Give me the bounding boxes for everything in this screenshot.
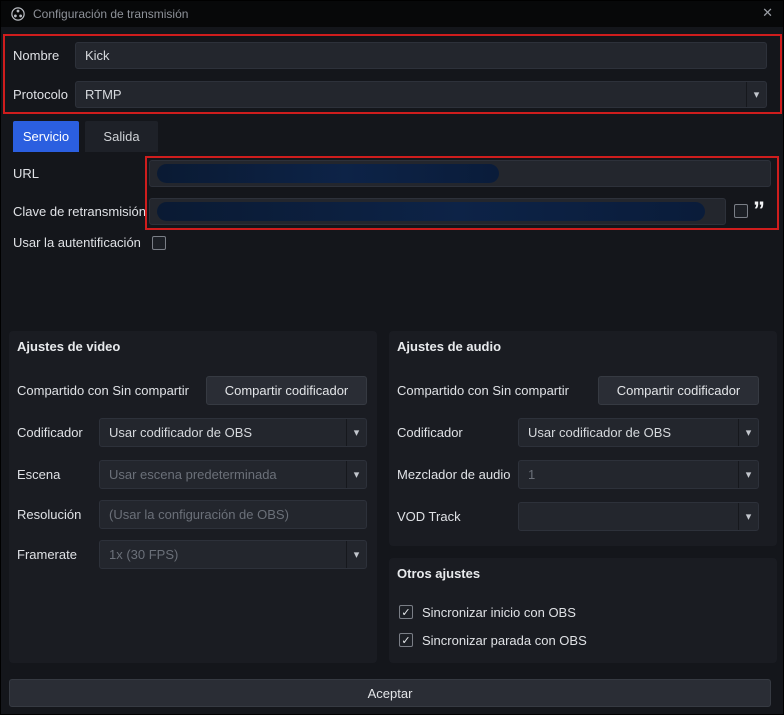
video-share-encoder-button[interactable]: Compartir codificador <box>206 376 367 405</box>
tab-servicio[interactable]: Servicio <box>13 121 79 152</box>
stream-key-input[interactable] <box>149 198 726 225</box>
chevron-down-icon: ▾ <box>738 461 758 488</box>
audio-share-encoder-button[interactable]: Compartir codificador <box>598 376 759 405</box>
window-title: Configuración de transmisión <box>33 7 189 21</box>
paste-key-icon[interactable]: ” <box>753 199 765 223</box>
check-icon: ✓ <box>154 237 163 250</box>
redacted-url-value <box>157 164 499 183</box>
scene-value: Usar escena predeterminada <box>109 467 277 482</box>
chevron-down-icon: ▾ <box>346 541 366 568</box>
vod-track-select[interactable]: ▾ <box>518 502 759 531</box>
audio-share-encoder-label: Compartir codificador <box>616 383 741 398</box>
scene-select[interactable]: Usar escena predeterminada ▾ <box>99 460 367 489</box>
sync-stop-checkbox[interactable]: ✓ <box>399 633 413 647</box>
url-label: URL <box>13 166 40 181</box>
auth-checkbox[interactable]: ✓ <box>152 236 166 250</box>
resolution-label: Resolución <box>17 507 82 522</box>
obs-logo-icon <box>11 7 25 21</box>
nombre-value: Kick <box>85 48 110 63</box>
resolution-input[interactable]: (Usar la configuración de OBS) <box>99 500 367 529</box>
nombre-label: Nombre <box>13 48 60 63</box>
sync-start-checkbox[interactable]: ✓ <box>399 605 413 619</box>
nombre-input[interactable]: Kick <box>75 42 767 69</box>
chevron-down-icon: ▾ <box>346 419 366 446</box>
redacted-key-value <box>157 202 705 221</box>
video-settings-group: Ajustes de video Compartido con Sin comp… <box>9 331 377 663</box>
tab-salida[interactable]: Salida <box>85 121 158 152</box>
audio-encoder-value: Usar codificador de OBS <box>528 425 672 440</box>
audio-mixer-select[interactable]: 1 ▾ <box>518 460 759 489</box>
video-encoder-select[interactable]: Usar codificador de OBS ▾ <box>99 418 367 447</box>
accept-button-label: Aceptar <box>367 685 413 701</box>
show-key-checkbox[interactable]: ✓ <box>734 204 748 218</box>
protocolo-label: Protocolo <box>13 87 68 102</box>
tab-servicio-label: Servicio <box>22 129 70 144</box>
sync-start-label: Sincronizar inicio con OBS <box>422 605 576 620</box>
stream-config-dialog: Configuración de transmisión ✕ Nombre Ki… <box>0 0 784 715</box>
video-shared-label: Compartido con Sin compartir <box>17 383 189 398</box>
check-icon: ✓ <box>401 606 411 619</box>
video-encoder-label: Codificador <box>17 425 83 440</box>
audio-settings-title: Ajustes de audio <box>397 339 502 354</box>
chevron-down-icon: ▾ <box>738 503 758 530</box>
vod-track-label: VOD Track <box>397 509 461 524</box>
framerate-label: Framerate <box>17 547 77 562</box>
tab-salida-label: Salida <box>103 129 140 144</box>
protocolo-value: RTMP <box>85 87 122 102</box>
video-settings-title: Ajustes de video <box>17 339 121 354</box>
audio-encoder-select[interactable]: Usar codificador de OBS ▾ <box>518 418 759 447</box>
title-bar: Configuración de transmisión ✕ <box>1 1 783 27</box>
framerate-value: 1x (30 FPS) <box>109 547 179 562</box>
url-input[interactable] <box>149 160 771 187</box>
video-encoder-value: Usar codificador de OBS <box>109 425 253 440</box>
audio-encoder-label: Codificador <box>397 425 463 440</box>
video-share-encoder-label: Compartir codificador <box>224 383 349 398</box>
close-icon[interactable]: ✕ <box>762 5 773 21</box>
framerate-select[interactable]: 1x (30 FPS) ▾ <box>99 540 367 569</box>
protocolo-select[interactable]: RTMP ▾ <box>75 81 767 108</box>
audio-settings-group: Ajustes de audio Compartido con Sin comp… <box>389 331 777 546</box>
chevron-down-icon: ▾ <box>346 461 366 488</box>
resolution-placeholder: (Usar la configuración de OBS) <box>109 507 289 522</box>
accept-button[interactable]: Aceptar <box>9 679 771 707</box>
scene-label: Escena <box>17 467 61 482</box>
other-settings-title: Otros ajustes <box>397 566 481 581</box>
sync-stop-label: Sincronizar parada con OBS <box>422 633 587 648</box>
audio-shared-label: Compartido con Sin compartir <box>397 383 569 398</box>
audio-mixer-value: 1 <box>528 467 536 482</box>
check-icon: ✓ <box>736 205 745 218</box>
audio-mixer-label: Mezclador de audio <box>397 467 511 482</box>
other-settings-group: Otros ajustes ✓ Sincronizar inicio con O… <box>389 558 777 663</box>
check-icon: ✓ <box>401 634 411 647</box>
stream-key-label: Clave de retransmisión <box>13 204 146 219</box>
chevron-down-icon: ▾ <box>738 419 758 446</box>
chevron-down-icon: ▾ <box>746 82 766 107</box>
auth-label: Usar la autentificación <box>13 235 141 250</box>
